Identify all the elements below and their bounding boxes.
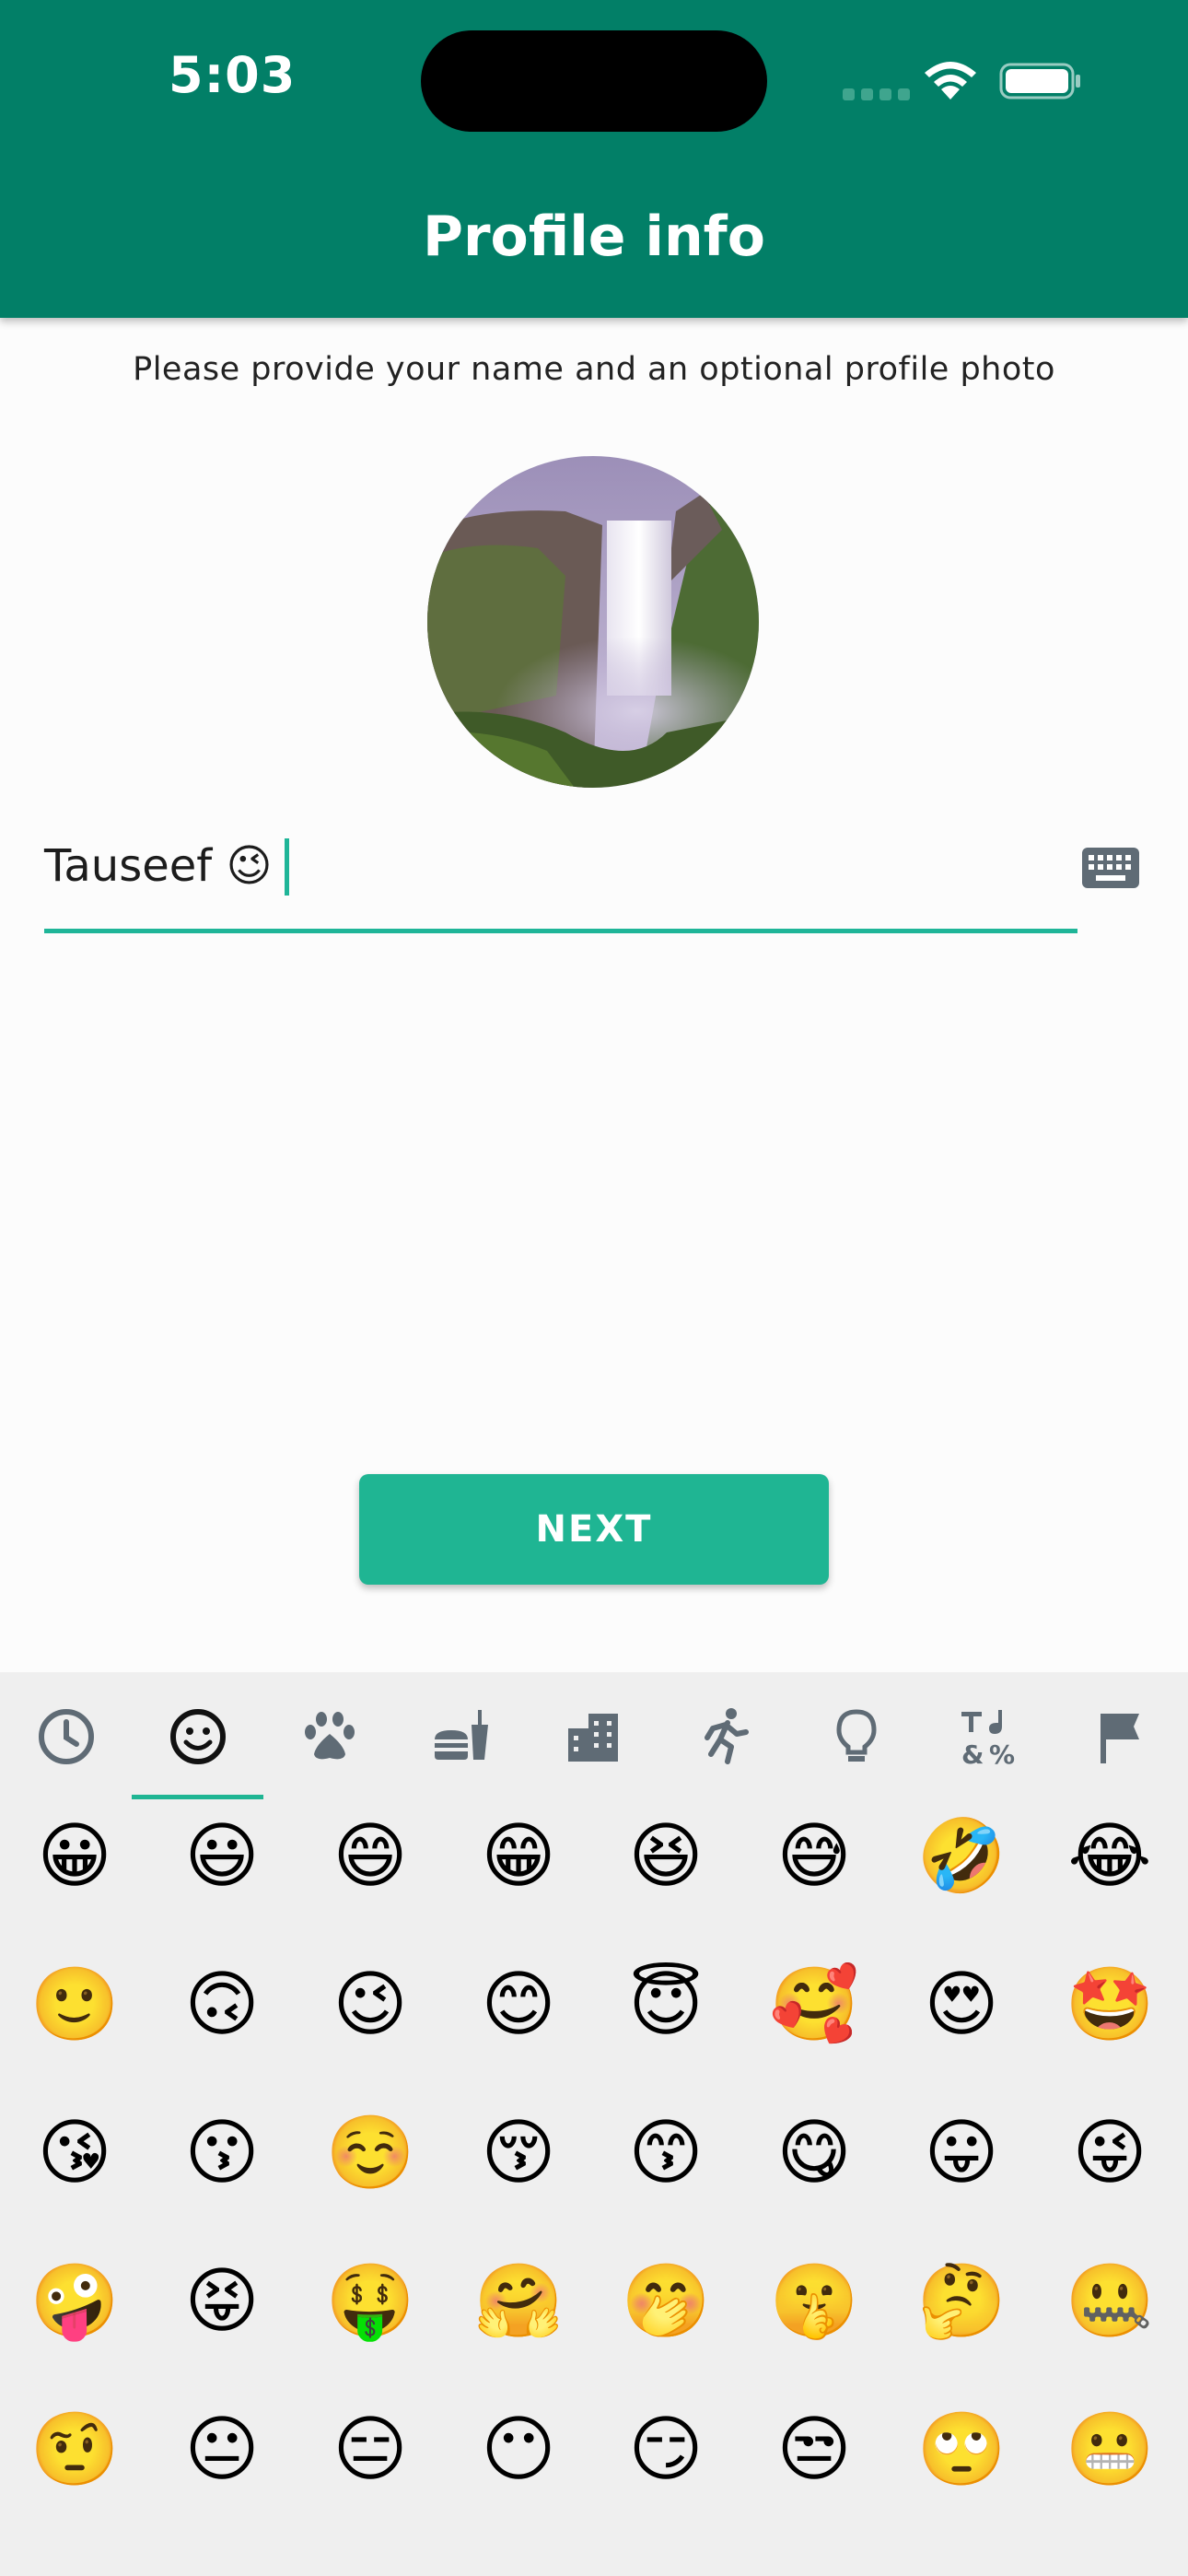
emoji-key[interactable]: 😗: [176, 2107, 268, 2199]
emoji-key[interactable]: 😚: [472, 2107, 565, 2199]
emoji-key[interactable]: 😒: [768, 2404, 860, 2496]
emoji-key[interactable]: 😶: [472, 2404, 565, 2496]
emoji-key[interactable]: 🤗: [472, 2255, 565, 2348]
emoji-key[interactable]: 😀: [29, 1810, 121, 1903]
city-icon[interactable]: [527, 1672, 658, 1801]
paw-icon[interactable]: [263, 1672, 395, 1801]
emoji-key[interactable]: 🤭: [620, 2255, 712, 2348]
battery-icon: [999, 63, 1080, 100]
emoji-key[interactable]: 😑: [324, 2404, 416, 2496]
emoji-key[interactable]: 🤫: [768, 2255, 860, 2348]
svg-text:%: %: [989, 1739, 1015, 1767]
emoji-key[interactable]: 😘: [29, 2107, 121, 2199]
selected-category-indicator: [132, 1795, 263, 1799]
emoji-key[interactable]: 🤪: [29, 2255, 121, 2348]
lightbulb-icon[interactable]: [790, 1672, 922, 1801]
emoji-key[interactable]: 😜: [1064, 2107, 1156, 2199]
app-header: 5:03 Profile info: [0, 0, 1188, 318]
page-title: Profile info: [422, 205, 765, 269]
emoji-key[interactable]: 😊: [472, 1959, 565, 2051]
smiley-icon[interactable]: [132, 1672, 263, 1801]
emoji-key[interactable]: 🤐: [1064, 2255, 1156, 2348]
emoji-key[interactable]: 🤔: [915, 2255, 1007, 2348]
emoji-category-bar: &%: [0, 1672, 1188, 1801]
food-icon[interactable]: [395, 1672, 527, 1801]
emoji-key[interactable]: 😁: [472, 1810, 565, 1903]
emoji-key[interactable]: 🙂: [29, 1959, 121, 2051]
running-icon[interactable]: [658, 1672, 790, 1801]
emoji-key[interactable]: 🤣: [915, 1810, 1007, 1903]
cellular-signal-icon: [843, 87, 916, 104]
input-underline: [44, 929, 1077, 933]
emoji-key[interactable]: 😬: [1064, 2404, 1156, 2496]
emoji-key[interactable]: 😆: [620, 1810, 712, 1903]
emoji-key[interactable]: 🤩: [1064, 1959, 1156, 2051]
emoji-key[interactable]: 🙄: [915, 2404, 1007, 2496]
emoji-key[interactable]: 🤨: [29, 2404, 121, 2496]
name-input[interactable]: Tauseef 😉: [44, 840, 272, 892]
symbols-icon[interactable]: &%: [922, 1672, 1054, 1801]
next-button[interactable]: NEXT: [359, 1474, 829, 1585]
emoji-key[interactable]: 😅: [768, 1810, 860, 1903]
emoji-key[interactable]: 😏: [620, 2404, 712, 2496]
emoji-key[interactable]: 😄: [324, 1810, 416, 1903]
emoji-key[interactable]: ☺️: [324, 2107, 416, 2199]
emoji-keyboard: &% 😀 😃 😄 😁 😆 😅 🤣 😂 🙂 🙃 😉 😊 😇 🥰 😍 🤩 😘 😗 ☺️ 😚 😙 😋 😛 😜 🤪 😝 🤑 🤗 🤭 🤫 🤔 🤐 🤨 😐 😑 😶…: [0, 1672, 1188, 2576]
emoji-key[interactable]: 🤑: [324, 2255, 416, 2348]
keyboard-icon[interactable]: [1082, 848, 1139, 888]
emoji-key[interactable]: 😍: [915, 1959, 1007, 2051]
flag-icon[interactable]: [1054, 1672, 1185, 1801]
emoji-key[interactable]: 😇: [620, 1959, 712, 2051]
recent-icon[interactable]: [0, 1672, 132, 1801]
status-time: 5:03: [169, 46, 297, 104]
text-cursor: [285, 838, 289, 896]
emoji-key[interactable]: 😃: [176, 1810, 268, 1903]
svg-text:&: &: [961, 1739, 984, 1767]
emoji-key[interactable]: 😛: [915, 2107, 1007, 2199]
emoji-key[interactable]: 🙃: [176, 1959, 268, 2051]
emoji-key[interactable]: 😐: [176, 2404, 268, 2496]
emoji-key[interactable]: 😝: [176, 2255, 268, 2348]
emoji-key[interactable]: 🥰: [768, 1959, 860, 2051]
emoji-key[interactable]: 😋: [768, 2107, 860, 2199]
emoji-key[interactable]: 😙: [620, 2107, 712, 2199]
instructions-text: Please provide your name and an optional…: [133, 351, 1055, 388]
wifi-icon: [925, 62, 976, 100]
emoji-key[interactable]: 😉: [324, 1959, 416, 2051]
profile-photo[interactable]: [427, 456, 759, 788]
emoji-key[interactable]: 😂: [1064, 1810, 1156, 1903]
name-field[interactable]: Tauseef 😉: [44, 829, 1139, 935]
dynamic-island: [421, 30, 767, 132]
